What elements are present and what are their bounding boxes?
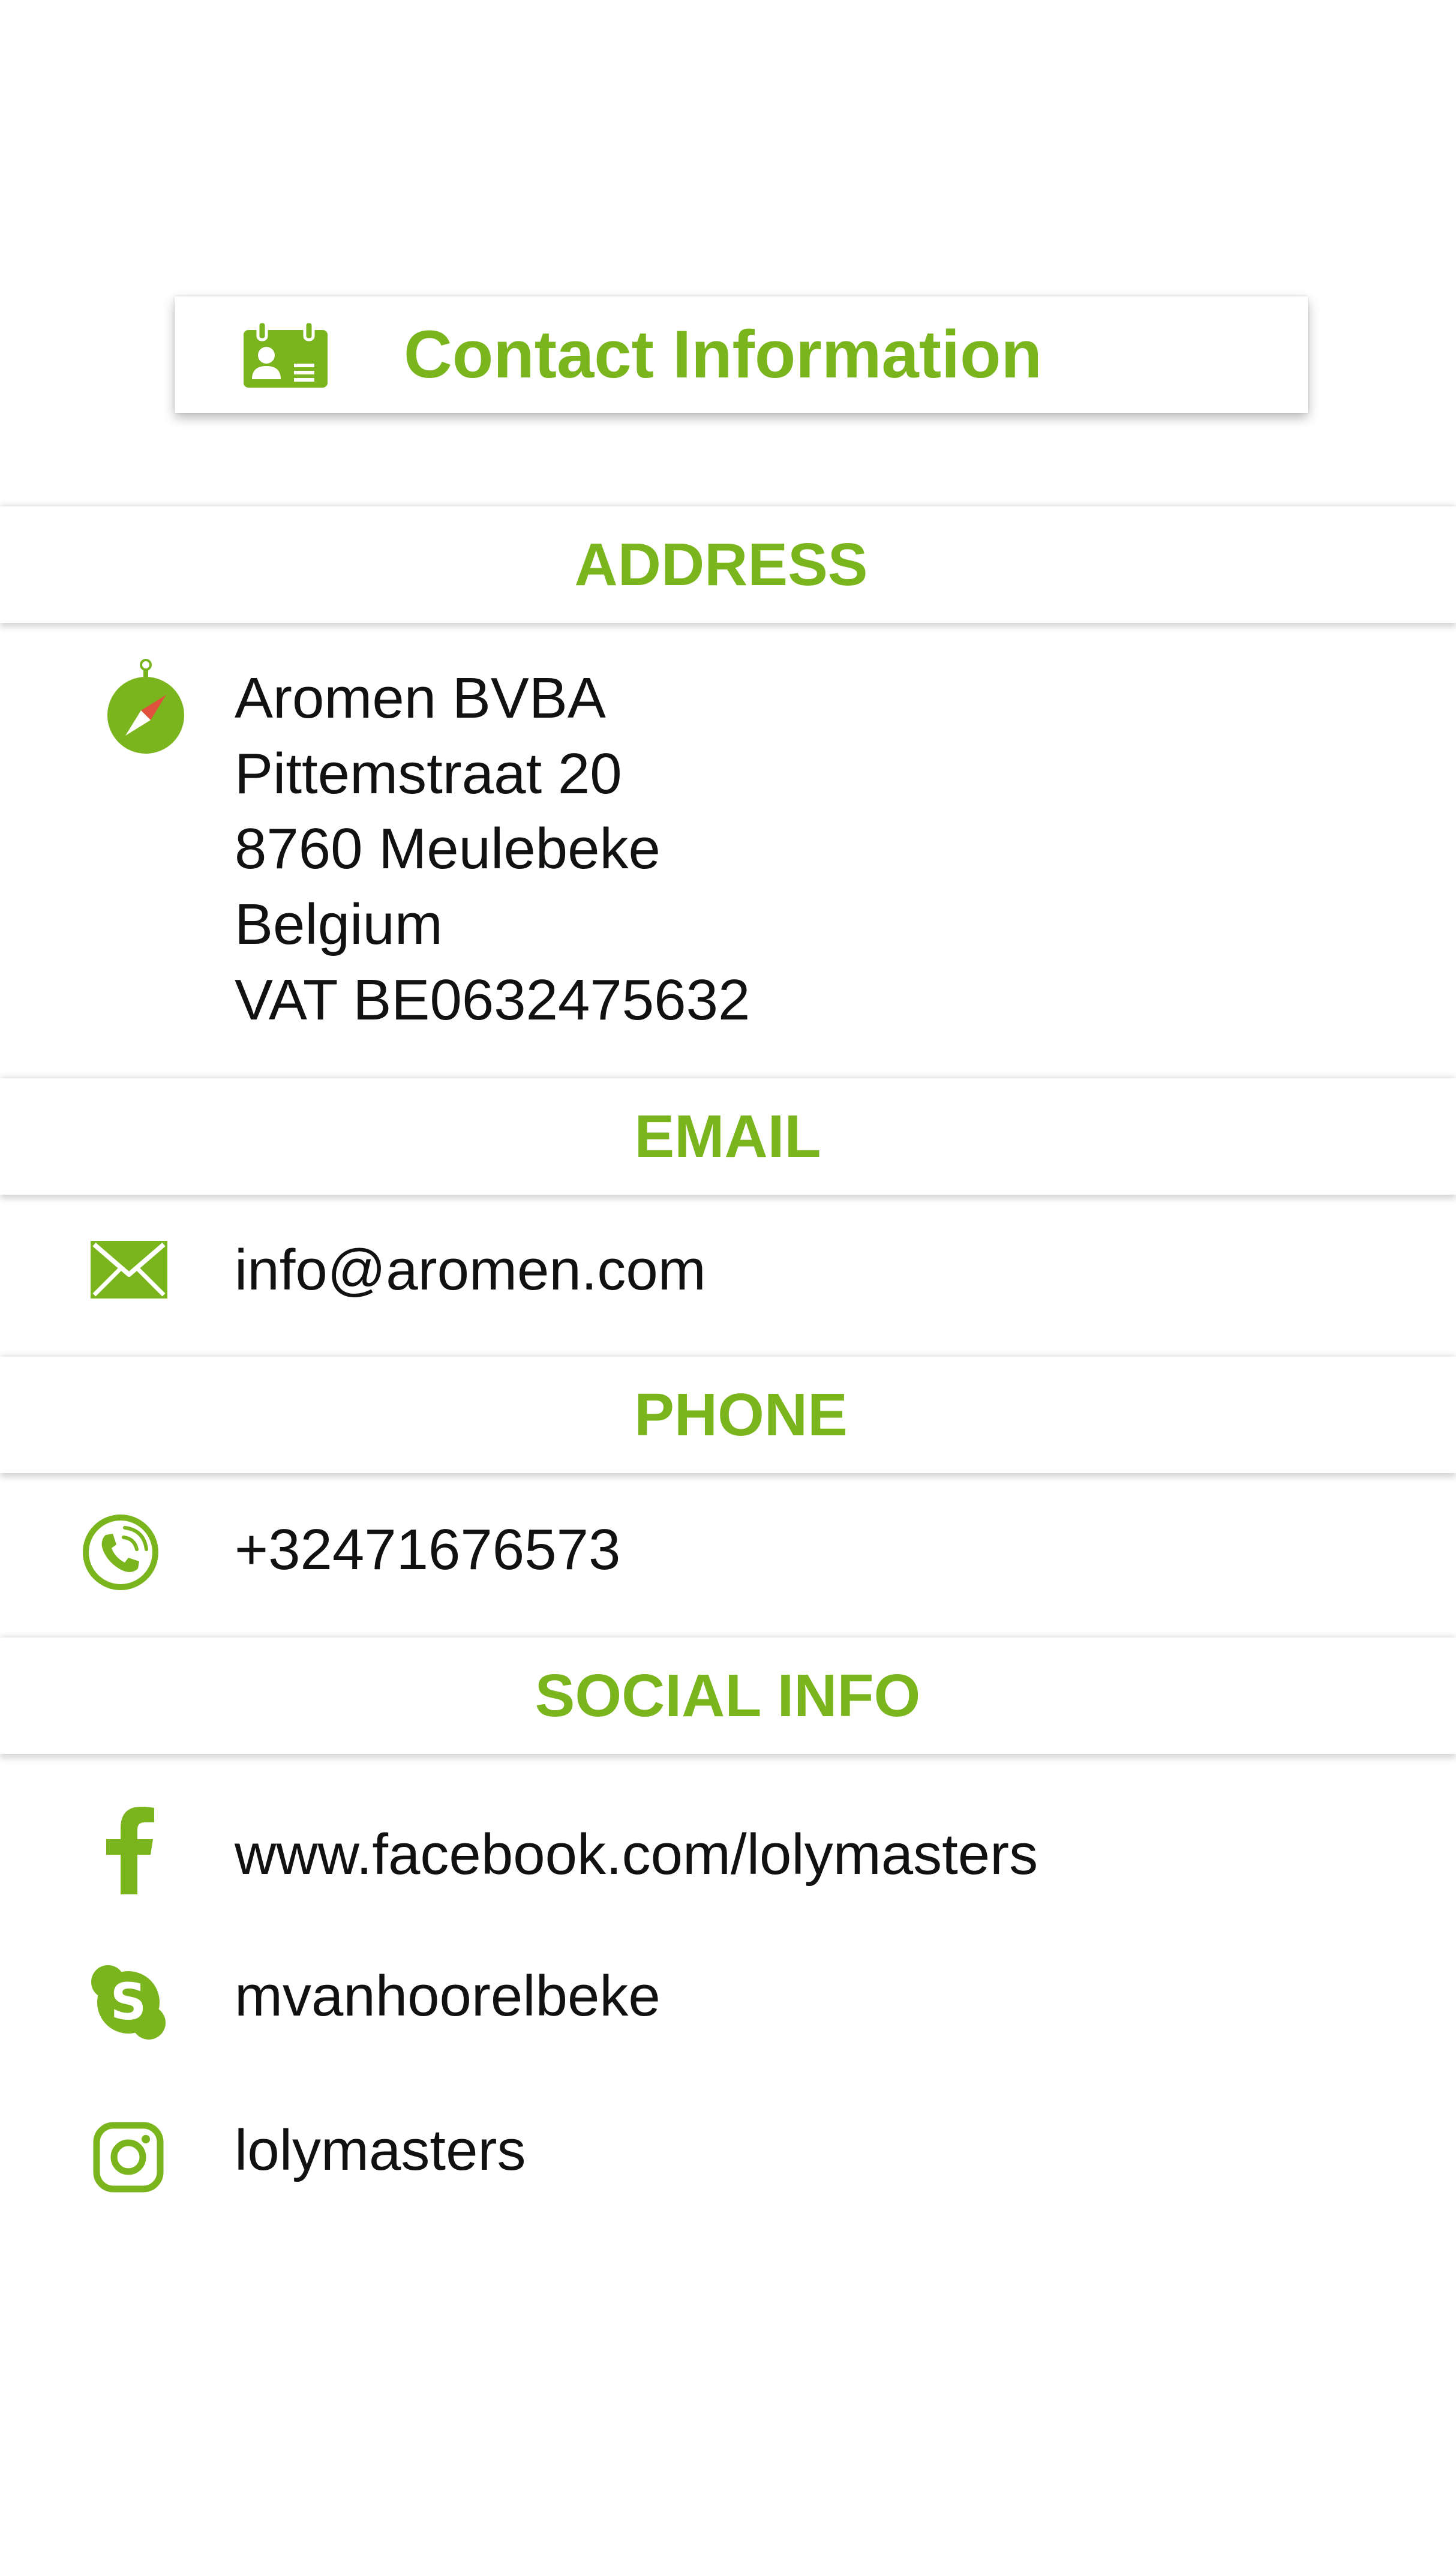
phone-section-header: PHONE (0, 1357, 1456, 1473)
envelope-icon (91, 1241, 167, 1299)
email-section-header: EMAIL (0, 1078, 1456, 1195)
phone-icon (82, 1513, 160, 1591)
phone-number-link[interactable]: +32471676573 (235, 1512, 620, 1588)
contact-card-icon (244, 320, 328, 388)
social-header-label: SOCIAL INFO (535, 1662, 921, 1729)
address-line-company: Aromen BVBA (235, 666, 606, 730)
address-section-header: ADDRESS (0, 506, 1456, 623)
email-header-label: EMAIL (634, 1103, 821, 1170)
address-line-country: Belgium (235, 892, 443, 956)
page-title: Contact Information (404, 317, 1042, 392)
svg-text:S: S (110, 1972, 147, 2031)
address-line-vat: VAT BE0632475632 (235, 968, 750, 1032)
phone-header-label: PHONE (634, 1381, 848, 1449)
title-card: Contact Information (175, 296, 1308, 413)
address-line-street: Pittemstraat 20 (235, 742, 622, 806)
facebook-link[interactable]: www.facebook.com/lolymasters (235, 1817, 1038, 1893)
address-line-city: 8760 Meulebeke (235, 817, 661, 881)
compass-icon (106, 659, 185, 754)
social-section-header: SOCIAL INFO (0, 1638, 1456, 1754)
address-header-label: ADDRESS (574, 531, 868, 598)
skype-icon: S (90, 1964, 167, 2041)
instagram-handle-link[interactable]: lolymasters (235, 2113, 526, 2188)
instagram-icon (93, 2122, 164, 2193)
email-address-link[interactable]: info@aromen.com (235, 1232, 706, 1308)
skype-handle-link[interactable]: mvanhoorelbeke (235, 1959, 661, 2034)
facebook-icon (104, 1807, 154, 1894)
